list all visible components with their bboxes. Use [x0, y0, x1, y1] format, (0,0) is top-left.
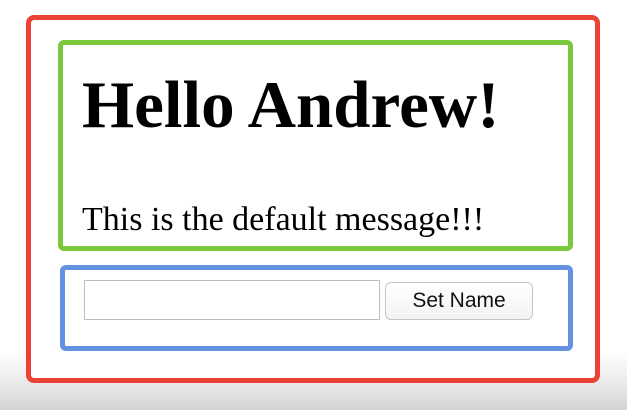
name-input[interactable] — [84, 280, 380, 320]
set-name-button[interactable]: Set Name — [385, 282, 533, 320]
greeting-title: Hello Andrew! — [82, 68, 500, 142]
greeting-message: This is the default message!!! — [82, 201, 485, 238]
